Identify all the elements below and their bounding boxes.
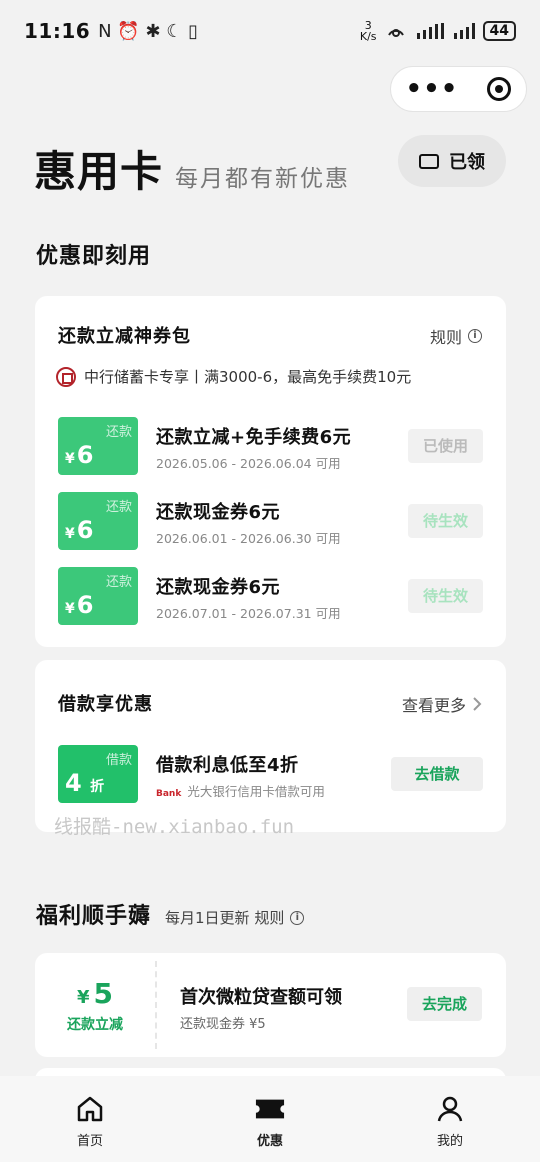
view-more-link[interactable]: 查看更多 <box>402 692 482 716</box>
status-bar: 11:16 N ⏰ ✱ ☾ ▯ 3 K/s 44 <box>0 0 540 62</box>
coupon-tag: 借款 4 折 <box>58 745 138 803</box>
net-speed: 3 K/s <box>359 19 377 43</box>
welfare-desc: 还款现金券 ¥5 <box>180 1017 266 1032</box>
signal-icon <box>416 23 444 39</box>
coupon-date: 2026.05.06 - 2026.06.04 可用 <box>156 456 341 471</box>
welfare-card: ¥5 还款立减 首次微粒贷查额可领 还款现金券 ¥5 去完成 <box>35 953 506 1057</box>
user-icon <box>435 1094 465 1124</box>
cebbank-logo-icon: Bank <box>156 789 182 799</box>
loan-coupon-row: 借款 4 折 借款利息低至4折 Bank 光大银行信用卡借款可用 去借款 <box>58 745 483 803</box>
bank-note: 中行储蓄卡专享丨满3000-6，最高免手续费10元 <box>56 366 411 387</box>
coupon-tag: 还款 ¥6 <box>58 492 138 550</box>
info-icon: i <box>290 910 305 925</box>
welfare-name: 首次微粒贷查额可领 <box>180 987 342 1008</box>
rules-link[interactable]: 规则 i <box>430 324 482 348</box>
coupon-tag: 还款 ¥6 <box>58 567 138 625</box>
welfare-title: 福利顺手薅 <box>36 904 152 929</box>
info-icon: i <box>468 329 482 343</box>
miniprogram-capsule: ••• <box>390 66 527 112</box>
status-time: 11:16 <box>24 19 91 43</box>
tab-bar: 首页 优惠 我的 <box>0 1076 540 1162</box>
hotspot-icon <box>387 29 404 37</box>
status-right: 3 K/s 44 <box>360 20 516 42</box>
coupon-name: 还款现金券6元 <box>156 502 281 523</box>
coupon-name: 还款立减+免手续费6元 <box>156 427 352 448</box>
go-complete-button[interactable]: 去完成 <box>407 987 482 1021</box>
coupon-status-pending: 待生效 <box>408 579 483 613</box>
loan-coupon-card: 借款享优惠 查看更多 借款 4 折 借款利息低至4折 Bank 光大银行信用卡借款… <box>35 660 506 832</box>
coupon-name: 还款现金券6元 <box>156 577 281 598</box>
tab-mine[interactable]: 我的 <box>360 1076 540 1162</box>
page-title: 惠用卡 <box>34 147 164 196</box>
dashed-divider <box>155 961 157 1049</box>
close-miniprogram-icon[interactable] <box>487 77 512 101</box>
coupon-tag: 还款 ¥6 <box>58 417 138 475</box>
more-icon[interactable]: ••• <box>406 76 459 102</box>
coupon-status-used: 已使用 <box>408 429 483 463</box>
coupon-date: 2026.06.01 - 2026.06.30 可用 <box>156 531 341 546</box>
coupon-status-pending: 待生效 <box>408 504 483 538</box>
coupon-row: 还款 ¥6 还款现金券6元 2026.07.01 - 2026.07.31 可用… <box>58 567 483 625</box>
boc-logo-icon <box>56 366 76 387</box>
coupon-desc: Bank 光大银行信用卡借款可用 <box>156 784 325 799</box>
coupon-date: 2026.07.01 - 2026.07.31 可用 <box>156 606 341 621</box>
claimed-label: 已领 <box>449 152 485 173</box>
tab-offers[interactable]: 优惠 <box>180 1076 360 1162</box>
claimed-button[interactable]: 已领 <box>398 135 506 187</box>
repay-coupon-card: 还款立减神券包 规则 i 中行储蓄卡专享丨满3000-6，最高免手续费10元 还… <box>35 296 506 647</box>
chevron-right-icon <box>473 697 482 711</box>
status-icons: N ⏰ ✱ ☾ ▯ <box>98 20 199 42</box>
page-header: 惠用卡 每月都有新优惠 <box>34 138 350 199</box>
loan-card-title: 借款享优惠 <box>58 694 153 715</box>
watermark: 线报酷-new.xianbao.fun <box>54 816 295 838</box>
go-borrow-button[interactable]: 去借款 <box>391 757 483 791</box>
welfare-header: 福利顺手薅 每月1日更新 规则 i <box>36 898 305 930</box>
welfare-rules-link[interactable]: 每月1日更新 规则 i <box>165 907 305 928</box>
section-title-use: 优惠即刻用 <box>36 244 152 269</box>
coupon-row: 还款 ¥6 还款现金券6元 2026.06.01 - 2026.06.30 可用… <box>58 492 483 550</box>
repay-card-title: 还款立减神券包 <box>58 326 191 347</box>
battery-icon: 44 <box>482 21 516 41</box>
ticket-icon <box>419 153 439 169</box>
coupon-name: 借款利息低至4折 <box>156 755 299 776</box>
tab-home[interactable]: 首页 <box>0 1076 180 1162</box>
welfare-amount-block: ¥5 还款立减 <box>67 977 123 1033</box>
home-icon <box>75 1094 105 1124</box>
page-subtitle: 每月都有新优惠 <box>175 166 351 192</box>
coupon-row: 还款 ¥6 还款立减+免手续费6元 2026.05.06 - 2026.06.0… <box>58 417 483 475</box>
signal-icon-2 <box>453 23 475 39</box>
ticket-filled-icon <box>255 1094 285 1124</box>
